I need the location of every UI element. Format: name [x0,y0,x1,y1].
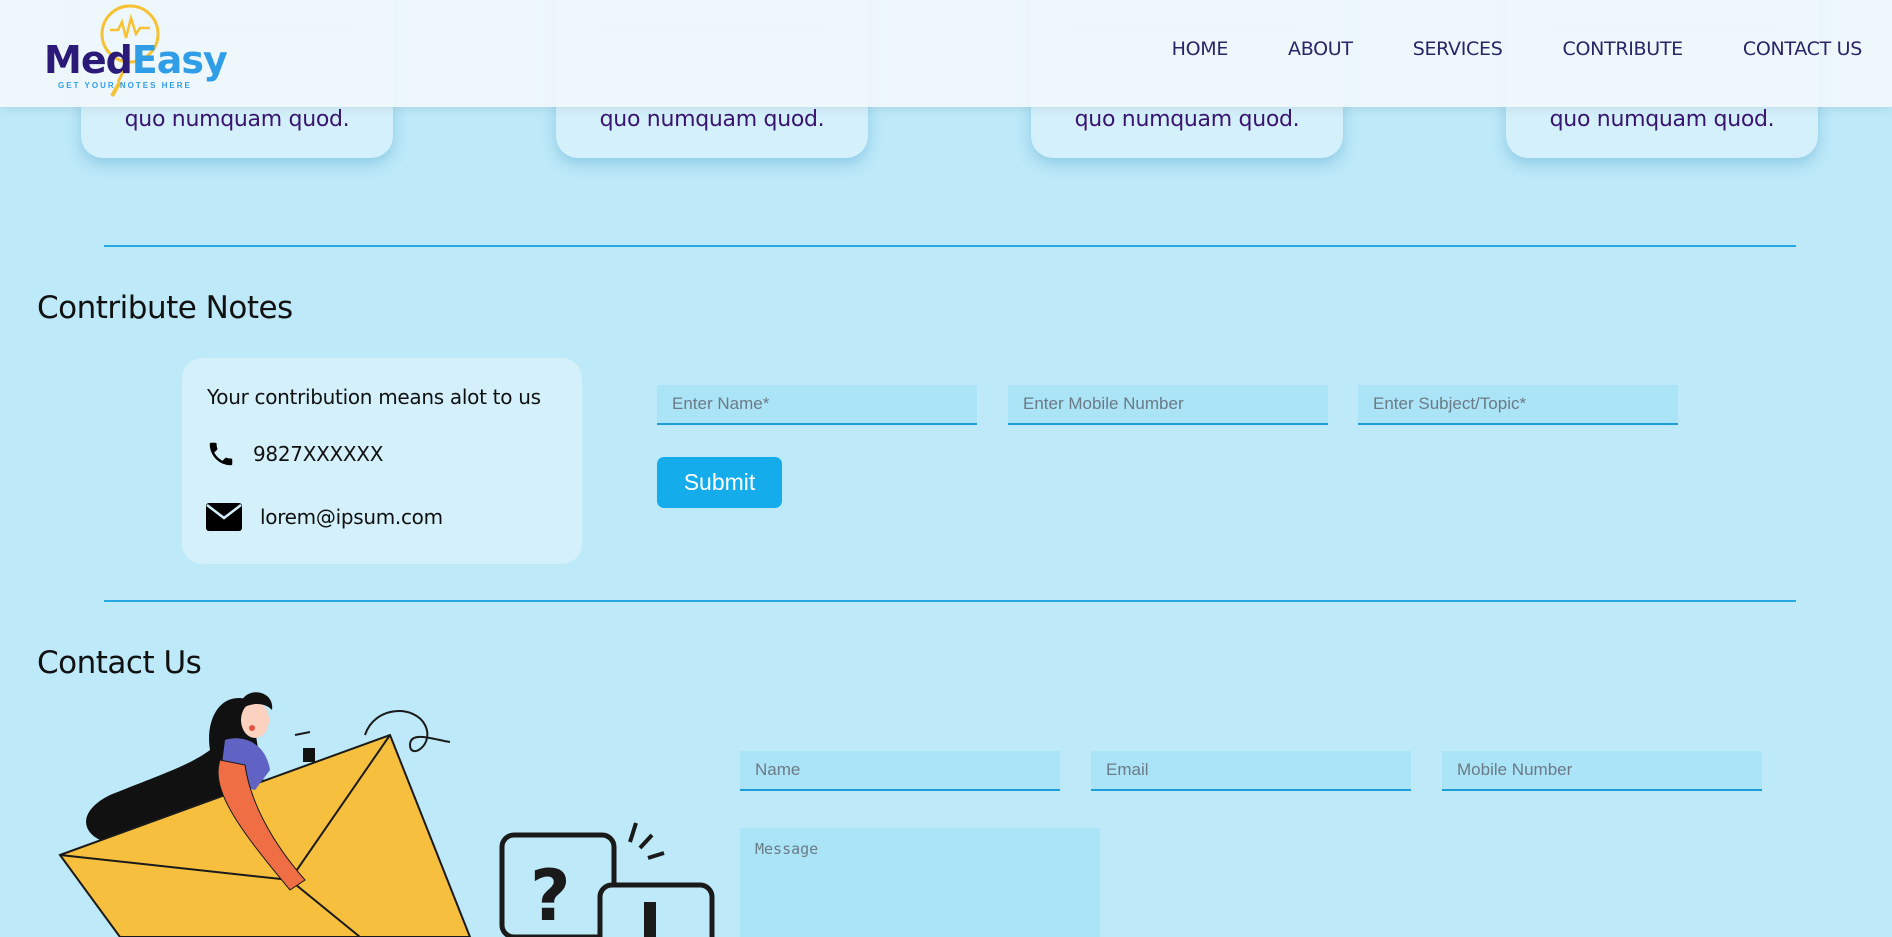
section-divider [104,245,1796,247]
envelope-icon [206,503,242,531]
nav-services[interactable]: SERVICES [1413,38,1503,60]
logo[interactable]: MedEasy GET YOUR NOTES HERE [44,0,228,100]
nav-contribute[interactable]: CONTRIBUTE [1562,38,1683,60]
info-title: Your contribution means alot to us [207,385,541,409]
contact-name-input[interactable] [740,751,1060,791]
phone-icon [209,442,233,466]
nav-home[interactable]: HOME [1172,38,1229,60]
main-nav: HOME ABOUT SERVICES CONTRIBUTE CONTACT U… [1172,38,1863,60]
card-text: quo numquam quod. [1549,107,1775,132]
contribute-info-box: Your contribution means alot to us 9827X… [182,358,582,564]
svg-text:?: ? [530,855,571,937]
site-header: MedEasy GET YOUR NOTES HERE HOME ABOUT S… [0,0,1892,107]
section-divider [104,600,1796,602]
logo-wordmark: MedEasy [44,38,228,82]
logo-med: Med [44,38,133,82]
email-address: lorem@ipsum.com [260,505,443,529]
contribute-name-input[interactable] [657,385,977,425]
submit-button[interactable]: Submit [657,457,782,508]
card-text: quo numquam quod. [124,107,350,132]
contact-email-input[interactable] [1091,751,1411,791]
contribute-heading: Contribute Notes [37,290,293,326]
email-row: lorem@ipsum.com [206,503,443,531]
contribute-mobile-input[interactable] [1008,385,1328,425]
card-text: quo numquam quod. [1074,107,1300,132]
nav-about[interactable]: ABOUT [1288,38,1353,60]
phone-number: 9827XXXXXX [253,442,384,466]
contact-illustration: ? [58,692,715,937]
contact-heading: Contact Us [37,645,202,681]
phone-row: 9827XXXXXX [206,439,383,469]
nav-contact-us[interactable]: CONTACT US [1743,38,1862,60]
contact-message-input[interactable] [740,828,1100,937]
card-text: quo numquam quod. [599,107,825,132]
contribute-subject-input[interactable] [1358,385,1678,425]
logo-tagline: GET YOUR NOTES HERE [58,81,192,90]
logo-easy: Easy [131,38,228,82]
contact-mobile-input[interactable] [1442,751,1762,791]
